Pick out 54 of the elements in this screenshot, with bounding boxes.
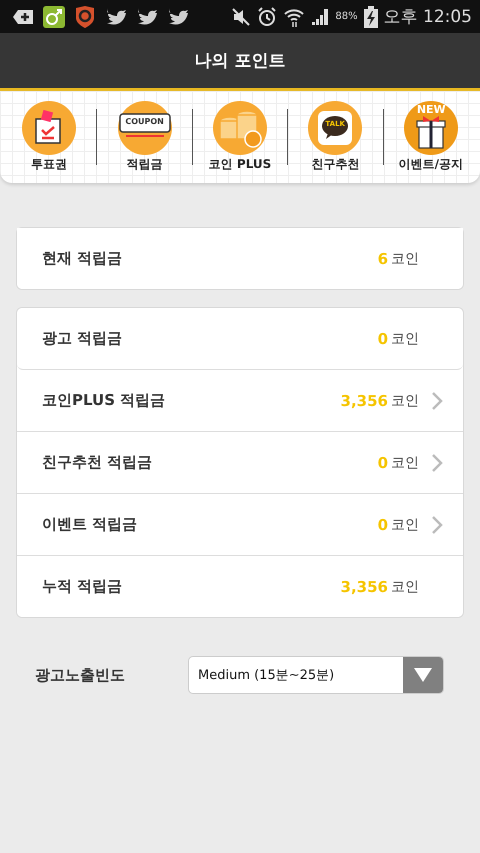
unit-label: 코인 [391,250,419,268]
row-label: 친구추천 적립금 [42,453,154,472]
shortcut-button[interactable]: COUPON 적립금 [97,101,192,173]
new-label: NEW [416,104,446,115]
bird-icon [105,8,127,26]
bird-icon [167,8,189,26]
battery-percent: 88% [335,11,358,22]
tag-plus-icon [12,8,34,26]
chevron-right-icon [431,390,443,410]
alarm-clock-icon [257,6,278,26]
shortcut-button[interactable]: NEW 이벤트/공지 [384,101,478,173]
unit-label: 코인 [391,392,419,410]
dropdown-arrow-icon [414,668,432,682]
unit-label: 코인 [391,330,419,348]
battery-charging-icon [364,6,378,28]
point-value: 0 [378,454,388,472]
shortcut-label: 이벤트/공지 [398,156,464,173]
ballot-box-icon [22,101,76,155]
row-label: 광고 적립금 [42,329,124,348]
row-label: 누적 적립금 [42,577,124,596]
point-value: 6 [378,250,388,268]
chat-app-icon [308,101,362,155]
mute-icon [231,6,252,26]
unit-label: 코인 [391,454,419,472]
shortcut-label: 코인 PLUS [208,156,272,173]
row-label: 이벤트 적립금 [42,515,138,534]
wifi-icon [283,6,306,26]
bird-icon [136,8,158,26]
setting-label: 광고노출빈도 [35,666,126,684]
row-label: 현재 적립금 [42,249,124,268]
unit-label: 코인 [391,578,419,596]
shortcut-label: 투표권 [31,156,68,173]
chevron-right-icon [431,452,443,472]
gift-icon [404,101,458,155]
male-symbol-icon [43,6,65,28]
icon-label: COUPON [124,118,165,126]
unit-label: 코인 [391,516,419,534]
shortcut-label: 친구추천 [311,156,360,173]
clock: 오후 12:05 [384,6,472,28]
coins-icon [213,101,268,155]
row-label: 코인PLUS 적립금 [42,391,166,410]
point-value: 3,356 [340,392,388,410]
shield-icon [74,4,96,28]
shortcut-button[interactable]: 투표권 [2,101,96,173]
chevron-right-icon [431,514,443,534]
ticket-icon [118,101,172,155]
page-title: 나의 포인트 [194,50,286,72]
shortcut-label: 적립금 [126,156,163,173]
point-value: 0 [378,516,388,534]
signal-icon [311,8,330,26]
point-value: 3,356 [340,578,388,596]
shortcut-button[interactable]: 코인 PLUS [192,101,288,173]
point-value: 0 [378,330,388,348]
dropdown[interactable]: Medium (15분~25분) [188,656,444,694]
